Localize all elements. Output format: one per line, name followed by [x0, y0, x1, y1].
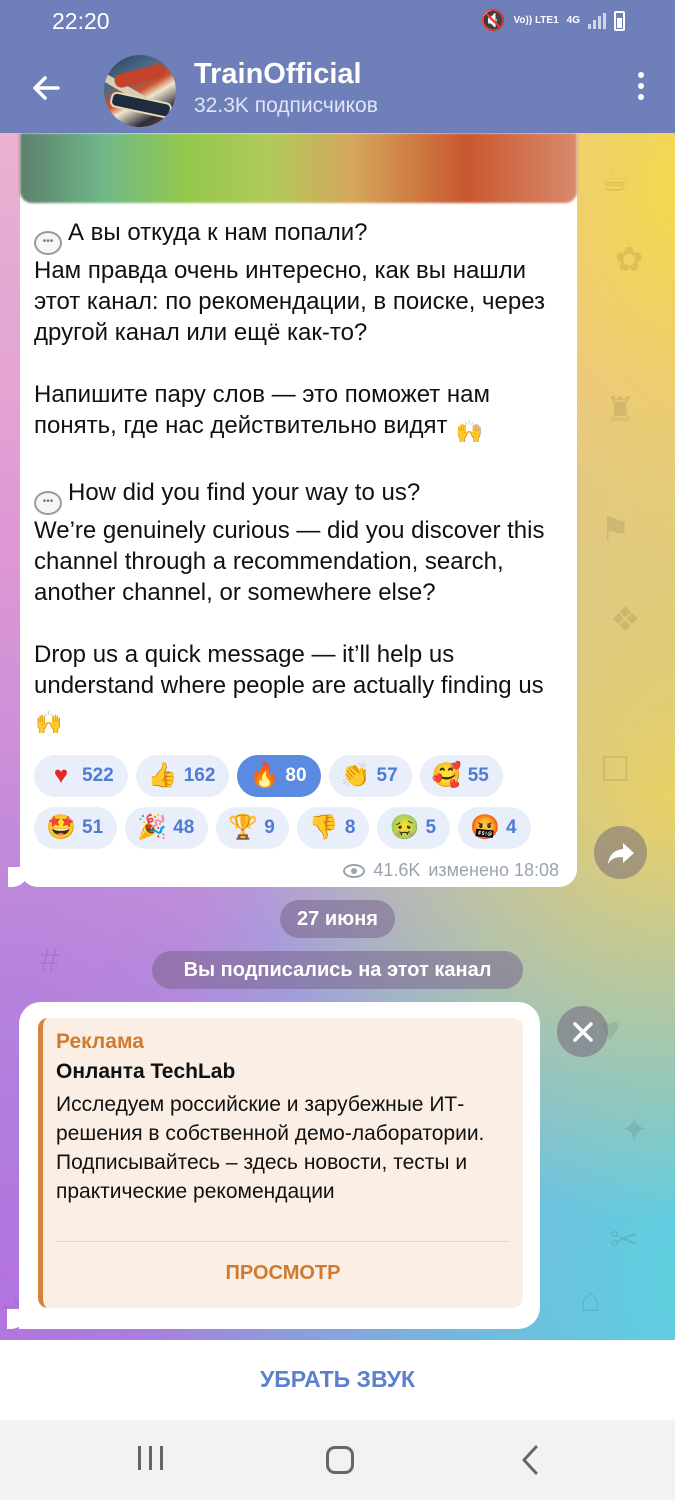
view-button[interactable]: ПРОСМОТР: [43, 1262, 523, 1285]
close-ad-button[interactable]: [557, 1006, 608, 1057]
fire-icon: 🔥: [249, 762, 280, 789]
post-text: ••• А вы откуда к нам попали? Нам правда …: [34, 217, 564, 737]
subscribed-notice: Вы подписались на этот канал: [152, 951, 523, 989]
reaction-hearts-face[interactable]: 🥰 55: [419, 755, 503, 797]
signal-icon: [588, 12, 606, 29]
doodle-icon: ☐: [600, 751, 631, 789]
reaction-trophy[interactable]: 🏆 9: [216, 807, 289, 849]
doodle-icon: ⌂: [580, 1281, 601, 1319]
system-nav-bar: [0, 1420, 675, 1500]
reaction-clap[interactable]: 👏 57: [328, 755, 412, 797]
clapping-hands-icon: 👏: [340, 762, 371, 789]
reaction-fire[interactable]: 🔥 80: [237, 755, 321, 797]
forward-arrow-icon: [607, 842, 634, 864]
post-paragraph: How did you find your way to us? We’re g…: [34, 479, 545, 606]
sponsored-label: Реклама: [56, 1030, 144, 1053]
doodle-icon: #: [40, 941, 59, 979]
back-arrow-icon[interactable]: [28, 70, 64, 106]
reaction-thumbs-up[interactable]: 👍 162: [135, 755, 230, 797]
sponsored-card[interactable]: Реклама Онланта TechLab Исследуем россий…: [38, 1018, 523, 1308]
reaction-cursing[interactable]: 🤬 4: [458, 807, 531, 849]
network-type: 4G: [566, 14, 580, 26]
smiling-face-hearts-icon: 🥰: [431, 762, 462, 789]
doodle-icon: ✦: [620, 1111, 649, 1149]
battery-icon: [614, 10, 625, 31]
thumbs-down-icon: 👎: [308, 814, 339, 841]
subscriber-count: 32.3K подписчиков: [194, 94, 378, 117]
post-meta: 41.6K изменено 18:08: [343, 860, 559, 881]
reaction-heart[interactable]: ♥ 522: [34, 755, 128, 797]
date-separator: 27 июня: [280, 900, 395, 938]
more-vert-icon[interactable]: [635, 72, 647, 106]
speech-bubble-icon: •••: [34, 231, 62, 255]
post-paragraph: А вы откуда к нам попали? Нам правда оче…: [34, 219, 546, 346]
doodle-icon: ♜: [605, 391, 636, 429]
trophy-icon: 🏆: [228, 814, 259, 841]
status-time: 22:20: [52, 8, 110, 34]
sponsored-message[interactable]: Реклама Онланта TechLab Исследуем россий…: [7, 1002, 540, 1329]
share-forward-button[interactable]: [594, 826, 647, 879]
post-image-blurred[interactable]: [20, 133, 577, 203]
star-struck-icon: 🤩: [46, 814, 76, 841]
doodle-icon: ❖: [610, 601, 641, 639]
thumbs-up-icon: 👍: [147, 762, 178, 789]
nav-back-icon[interactable]: [520, 1444, 540, 1481]
channel-title[interactable]: TrainOfficial: [194, 58, 362, 91]
red-heart-icon: ♥: [53, 762, 69, 789]
doodle-icon: ⚑: [600, 511, 631, 549]
sponsored-body: Исследуем российские и зарубежные ИТ-реш…: [56, 1093, 485, 1203]
channel-post[interactable]: ••• А вы откуда к нам попали? Нам правда …: [8, 133, 577, 887]
sponsored-title: Онланта TechLab: [56, 1060, 236, 1083]
raising-hands-icon: 🙌: [35, 710, 63, 735]
divider: [56, 1241, 510, 1242]
close-icon: [572, 1021, 593, 1042]
eye-icon: [343, 863, 366, 878]
edited-time: изменено 18:08: [428, 860, 559, 880]
home-icon[interactable]: [326, 1446, 354, 1474]
doodle-icon: ✿: [615, 241, 644, 279]
unmute-button[interactable]: УБРАТЬ ЗВУК: [0, 1340, 675, 1420]
post-paragraph: Drop us a quick message — it’ll help us …: [34, 641, 544, 699]
reaction-nauseated[interactable]: 🤢 5: [377, 807, 451, 849]
view-count: 41.6K: [373, 860, 421, 880]
status-icons: 🔇 Vo)) LTE1 4G: [481, 8, 625, 33]
raising-hands-icon: 🙌: [455, 419, 483, 444]
party-popper-icon: 🎉: [137, 814, 168, 841]
mute-icon: 🔇: [480, 10, 506, 32]
volte-indicator: Vo)) LTE1: [513, 14, 559, 26]
reaction-thumbs-down[interactable]: 👎 8: [296, 807, 370, 849]
cursing-face-icon: 🤬: [470, 814, 500, 841]
reaction-party[interactable]: 🎉 48: [125, 807, 209, 849]
doodle-icon: ✂: [610, 1221, 639, 1259]
reactions-bar: ♥ 522 👍 162 🔥 80 👏 57 🥰 55 🤩 51 🎉 48 🏆 9 👎 8 🤢 5 🤬…: [34, 755, 564, 859]
post-paragraph: Напишите пару слов — это поможет нам пон…: [34, 381, 491, 439]
reaction-star-struck[interactable]: 🤩 51: [34, 807, 118, 849]
doodle-icon: ☕: [600, 161, 631, 199]
recent-apps-icon[interactable]: [138, 1446, 163, 1470]
app-header: 22:20 🔇 Vo)) LTE1 4G TrainOfficial 32.3K…: [0, 0, 675, 133]
channel-avatar[interactable]: [104, 55, 176, 127]
nauseated-face-icon: 🤢: [389, 814, 420, 841]
speech-bubble-icon: •••: [34, 491, 62, 515]
